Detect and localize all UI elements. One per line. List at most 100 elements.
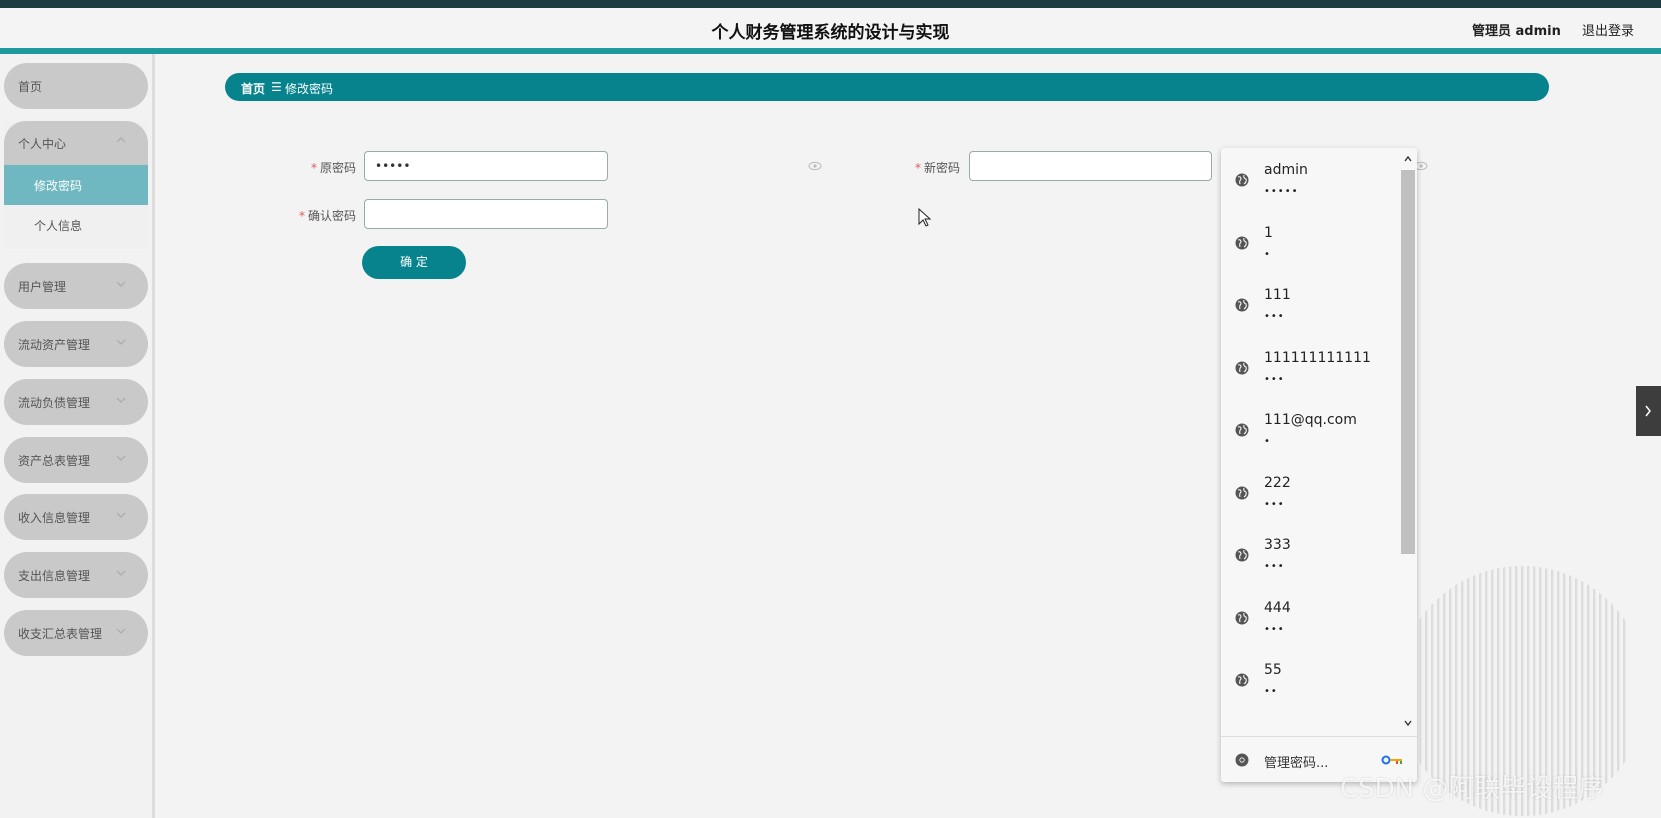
sidebar-item-income[interactable]: 收入信息管理 [4,494,148,540]
chevron-down-icon [116,570,126,576]
confirm-password-label-text: 确认密码 [307,209,356,223]
chrome-icon [1235,753,1249,767]
breadcrumb-current: 修改密码 [285,82,334,96]
chevron-down-icon [116,281,126,287]
scroll-up-icon[interactable] [1403,154,1413,164]
sidebar-group-personal-center: 个人中心 修改密码 个人信息 [4,121,148,249]
current-user: 管理员 admin [1472,24,1561,39]
globe-icon [1235,298,1249,312]
sidebar-item-label: 收入信息管理 [18,511,91,525]
breadcrumb-separator: ☰ [271,80,282,94]
autofill-username: 111 [1264,287,1291,303]
eye-icon[interactable] [808,161,822,171]
sidebar-item-label: 流动负债管理 [18,396,91,410]
chevron-down-icon [116,339,126,345]
app-title: 个人财务管理系统的设计与实现 [711,23,950,43]
manage-passwords-label: 管理密码... [1264,756,1329,771]
autofill-password-mask: • [1264,248,1271,260]
required-mark: * [310,161,317,175]
password-autofill-dropdown: admin ••••• 1 • 111 ••• 111111111111 ••• 111@qq.… [1221,148,1417,782]
sidebar-subitem-change-password[interactable]: 修改密码 [4,165,148,205]
sidebar-item-label: 资产总表管理 [18,454,91,468]
autofill-username: 444 [1264,599,1291,616]
chevron-down-icon [116,455,126,461]
watermark: CSDN @阿联毕设程序 [1340,774,1605,804]
scrollbar-thumb[interactable] [1401,170,1415,554]
confirm-password-input[interactable] [364,199,608,229]
autofill-username: 222 [1264,474,1291,491]
globe-icon [1235,236,1249,249]
autofill-username: admin [1264,162,1308,178]
autofill-entry[interactable]: 111111111111 ••• [1221,336,1401,396]
globe-icon [1235,361,1249,374]
top-accent-bar [0,0,1661,8]
sidebar-item-label: 用户管理 [18,280,67,294]
sidebar-subitem-label: 个人信息 [34,219,83,233]
autofill-entry[interactable]: 222 ••• [1221,461,1401,521]
autofill-entry[interactable]: admin ••••• [1221,148,1401,208]
autofill-password-mask: •• [1264,686,1278,697]
autofill-username: 55 [1264,662,1282,678]
breadcrumb: 首页 ☰ 修改密码 [225,73,1549,101]
globe-icon [1235,548,1249,562]
sidebar-item-user-management[interactable]: 用户管理 [4,263,148,309]
autofill-password-mask: • [1264,436,1271,447]
sidebar-item-label: 支出信息管理 [18,569,91,583]
autofill-entry[interactable]: 444 ••• [1221,586,1401,646]
sidebar-item-label: 流动资产管理 [18,338,91,352]
globe-icon [1235,423,1249,437]
sidebar-subitem-label: 修改密码 [34,179,83,193]
autofill-username: 111@qq.com [1264,412,1357,428]
new-password-input[interactable] [969,151,1212,181]
chevron-down-icon [116,628,126,634]
sidebar-item-home[interactable]: 首页 [4,63,148,109]
chevron-down-icon [116,397,126,403]
sidebar-item-current-liabilities[interactable]: 流动负债管理 [4,379,148,425]
sidebar: 首页 个人中心 修改密码 个人信息 用户管理 流动资产管理 流动负债管理 资产总… [0,54,155,818]
scroll-down-icon[interactable] [1403,718,1413,728]
old-password-label-text: 原密码 [319,161,356,175]
sidebar-group-head-personal-center[interactable]: 个人中心 [4,121,148,165]
autofill-password-mask: ••• [1264,498,1285,510]
sidebar-item-summary[interactable]: 收支汇总表管理 [4,610,148,656]
autofill-entry[interactable]: 333 ••• [1221,523,1401,583]
chevron-right-icon [1645,405,1651,417]
required-mark: * [298,209,305,223]
old-password-input[interactable]: ••••• [364,151,608,181]
sidebar-item-asset-summary[interactable]: 资产总表管理 [4,437,148,483]
autofill-username: 1 [1264,224,1273,241]
autofill-entry[interactable]: 55 •• [1221,648,1401,708]
autofill-username: 333 [1264,537,1291,553]
old-password-label: * 原密码 [246,159,356,176]
autofill-entry[interactable]: 1 • [1221,211,1401,271]
confirm-button[interactable]: 确 定 [362,246,466,279]
sidebar-subitem-personal-info[interactable]: 个人信息 [4,205,148,245]
logout-link[interactable]: 退出登录 [1582,20,1634,39]
globe-icon [1235,673,1249,687]
sidebar-item-label: 收支汇总表管理 [18,627,103,641]
side-panel-toggle[interactable] [1636,386,1661,436]
chevron-down-icon [116,512,126,518]
sidebar-item-expense[interactable]: 支出信息管理 [4,552,148,598]
autofill-entry[interactable]: 111 ••• [1221,273,1401,333]
autofill-password-mask: ••• [1264,561,1285,572]
new-password-label-text: 新密码 [923,161,960,175]
confirm-password-label: * 确认密码 [246,207,356,224]
globe-icon [1235,486,1249,499]
autofill-username: 111111111111 [1264,349,1371,366]
key-icon [1381,755,1402,765]
mouse-cursor-icon [918,208,932,227]
autofill-password-mask: ••• [1264,373,1285,385]
sidebar-item-current-assets[interactable]: 流动资产管理 [4,321,148,367]
required-mark: * [914,161,921,175]
sidebar-item-label: 个人中心 [18,137,67,151]
app-header: 个人财务管理系统的设计与实现 管理员 admin 退出登录 [0,8,1661,54]
autofill-password-mask: ••••• [1264,186,1299,197]
globe-icon [1235,173,1249,187]
autofill-password-mask: ••• [1264,623,1285,635]
new-password-label: * 新密码 [850,159,960,176]
autofill-entry[interactable]: 111@qq.com • [1221,398,1401,458]
breadcrumb-home[interactable]: 首页 [241,80,265,97]
sidebar-item-label: 首页 [18,80,43,94]
autofill-password-mask: ••• [1264,311,1285,322]
